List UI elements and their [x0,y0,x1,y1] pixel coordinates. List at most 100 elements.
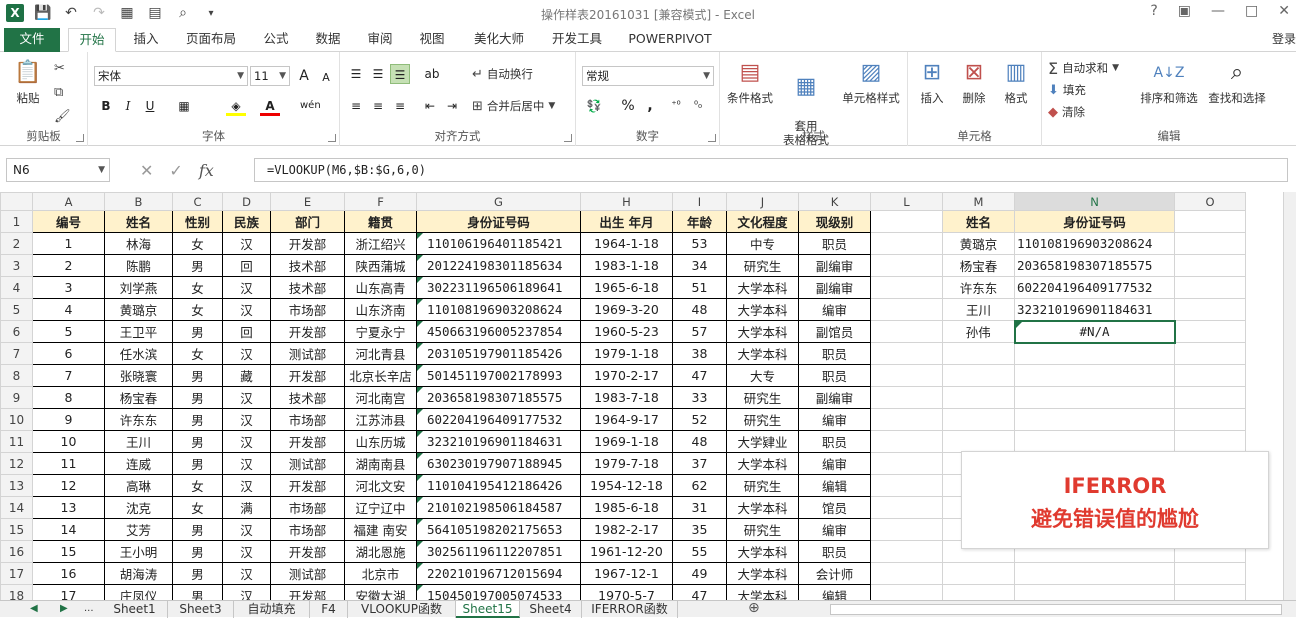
cell[interactable]: 203658198307185575 [1014,254,1175,277]
underline-button[interactable]: U [140,96,160,116]
cell[interactable]: 1970-5-7 [580,584,673,600]
cell[interactable]: 大学本科 [726,298,799,321]
tab-data[interactable]: 数据 [306,28,350,52]
column-header[interactable]: B [104,192,173,211]
cell[interactable]: 宁夏永宁 [344,320,417,343]
row-header[interactable]: 2 [0,232,33,255]
fill-button[interactable]: ⬇ 填充 [1048,80,1086,100]
row-header[interactable]: 11 [0,430,33,453]
cell[interactable]: 汉 [222,518,271,541]
minimize-button[interactable]: — [1211,3,1225,19]
cell[interactable]: 大专 [726,364,799,387]
cell[interactable]: 山东济南 [344,298,417,321]
cell[interactable]: 大学本科 [726,496,799,519]
cell[interactable]: 48 [672,298,727,321]
cell[interactable] [870,254,943,277]
cell[interactable]: 许东东 [942,276,1015,299]
cell[interactable]: 210102198506184587 [416,496,581,519]
cell[interactable]: 测试部 [270,452,345,475]
cell[interactable] [870,540,943,563]
sheet-tab[interactable]: Sheet3 [168,601,234,618]
cell[interactable]: 编号 [32,210,105,233]
find-select-button[interactable]: ⌕ 查找和选择 [1204,58,1270,106]
borders-icon[interactable]: ▦ [174,96,194,116]
cell[interactable]: 35 [672,518,727,541]
cell[interactable]: 副编审 [798,254,871,277]
cell[interactable]: 连威 [104,452,173,475]
cell[interactable]: 女 [172,474,223,497]
cell[interactable]: 沈克 [104,496,173,519]
cell[interactable]: 8 [32,386,105,409]
cell[interactable]: 开发部 [270,584,345,600]
cell[interactable] [870,562,943,585]
insert-function-button[interactable]: fx [199,161,214,180]
cell[interactable]: 编审 [798,408,871,431]
font-launcher-icon[interactable] [328,134,336,142]
cell[interactable]: 501451197002178993 [416,364,581,387]
cell[interactable] [942,342,1015,365]
cell[interactable]: 4 [32,298,105,321]
increase-decimal-icon[interactable]: ⁺⁰ [666,96,686,116]
autosum-button[interactable]: Σ 自动求和 ▼ [1048,58,1119,78]
sheet-tab[interactable]: IFERROR函数 [582,601,678,618]
add-sheet-icon[interactable]: ⊕ [748,601,760,616]
cell[interactable]: 山东历城 [344,430,417,453]
cell[interactable]: 回 [222,254,271,277]
cell[interactable] [1174,232,1246,255]
cell[interactable]: 汉 [222,408,271,431]
cut-icon[interactable]: ✂ [54,58,65,78]
cell[interactable]: 1969-1-18 [580,430,673,453]
close-button[interactable]: ✕ [1278,3,1290,19]
align-bottom-icon[interactable]: ☰ [390,64,410,84]
cell[interactable]: 浙江绍兴 [344,232,417,255]
cell[interactable] [1174,584,1246,600]
name-box[interactable]: N6 ▼ [6,158,110,182]
sheet-tab[interactable]: VLOOKUP函数 [348,601,456,618]
cell[interactable]: 身份证号码 [1014,210,1175,233]
font-color-button[interactable]: A [260,96,280,116]
cell[interactable]: 1979-7-18 [580,452,673,475]
cell[interactable]: 男 [172,540,223,563]
cell[interactable] [870,474,943,497]
cell[interactable] [870,364,943,387]
cell[interactable]: 陕西蒲城 [344,254,417,277]
cell[interactable] [942,562,1015,585]
ribbon-display-options-icon[interactable]: ▣ [1178,3,1191,19]
cell[interactable] [870,496,943,519]
cell[interactable]: 150450197005074533 [416,584,581,600]
cell[interactable]: 研究生 [726,518,799,541]
row-header[interactable]: 12 [0,452,33,475]
font-name-dropdown[interactable]: 宋体 ▼ [94,66,248,86]
row-header[interactable]: 9 [0,386,33,409]
cell[interactable] [870,210,943,233]
cell[interactable]: 北京长辛店 [344,364,417,387]
cell[interactable]: 编辑 [798,474,871,497]
italic-button[interactable]: I [118,96,138,116]
cell[interactable]: 203658198307185575 [416,386,581,409]
cell[interactable]: 男 [172,518,223,541]
cell[interactable]: 汉 [222,298,271,321]
cell[interactable]: 文化程度 [726,210,799,233]
cell[interactable]: 女 [172,276,223,299]
cell[interactable]: 男 [172,452,223,475]
cell[interactable]: 女 [172,342,223,365]
cell[interactable] [870,452,943,475]
row-header[interactable]: 13 [0,474,33,497]
cell[interactable]: 1964-1-18 [580,232,673,255]
cell[interactable]: 51 [672,276,727,299]
cell[interactable] [1014,562,1175,585]
align-center-icon[interactable]: ≡ [368,96,388,116]
cell[interactable]: 汉 [222,540,271,563]
cell[interactable]: 湖南南县 [344,452,417,475]
cell[interactable]: 1967-12-1 [580,562,673,585]
cell[interactable]: 编审 [798,518,871,541]
cell[interactable]: 1 [32,232,105,255]
row-header[interactable]: 4 [0,276,33,299]
cell[interactable]: 31 [672,496,727,519]
cell[interactable]: 13 [32,496,105,519]
column-header[interactable]: N [1014,192,1175,211]
cell[interactable]: 男 [172,430,223,453]
cell[interactable]: 男 [172,584,223,600]
cell[interactable]: 14 [32,518,105,541]
cell[interactable]: 女 [172,232,223,255]
